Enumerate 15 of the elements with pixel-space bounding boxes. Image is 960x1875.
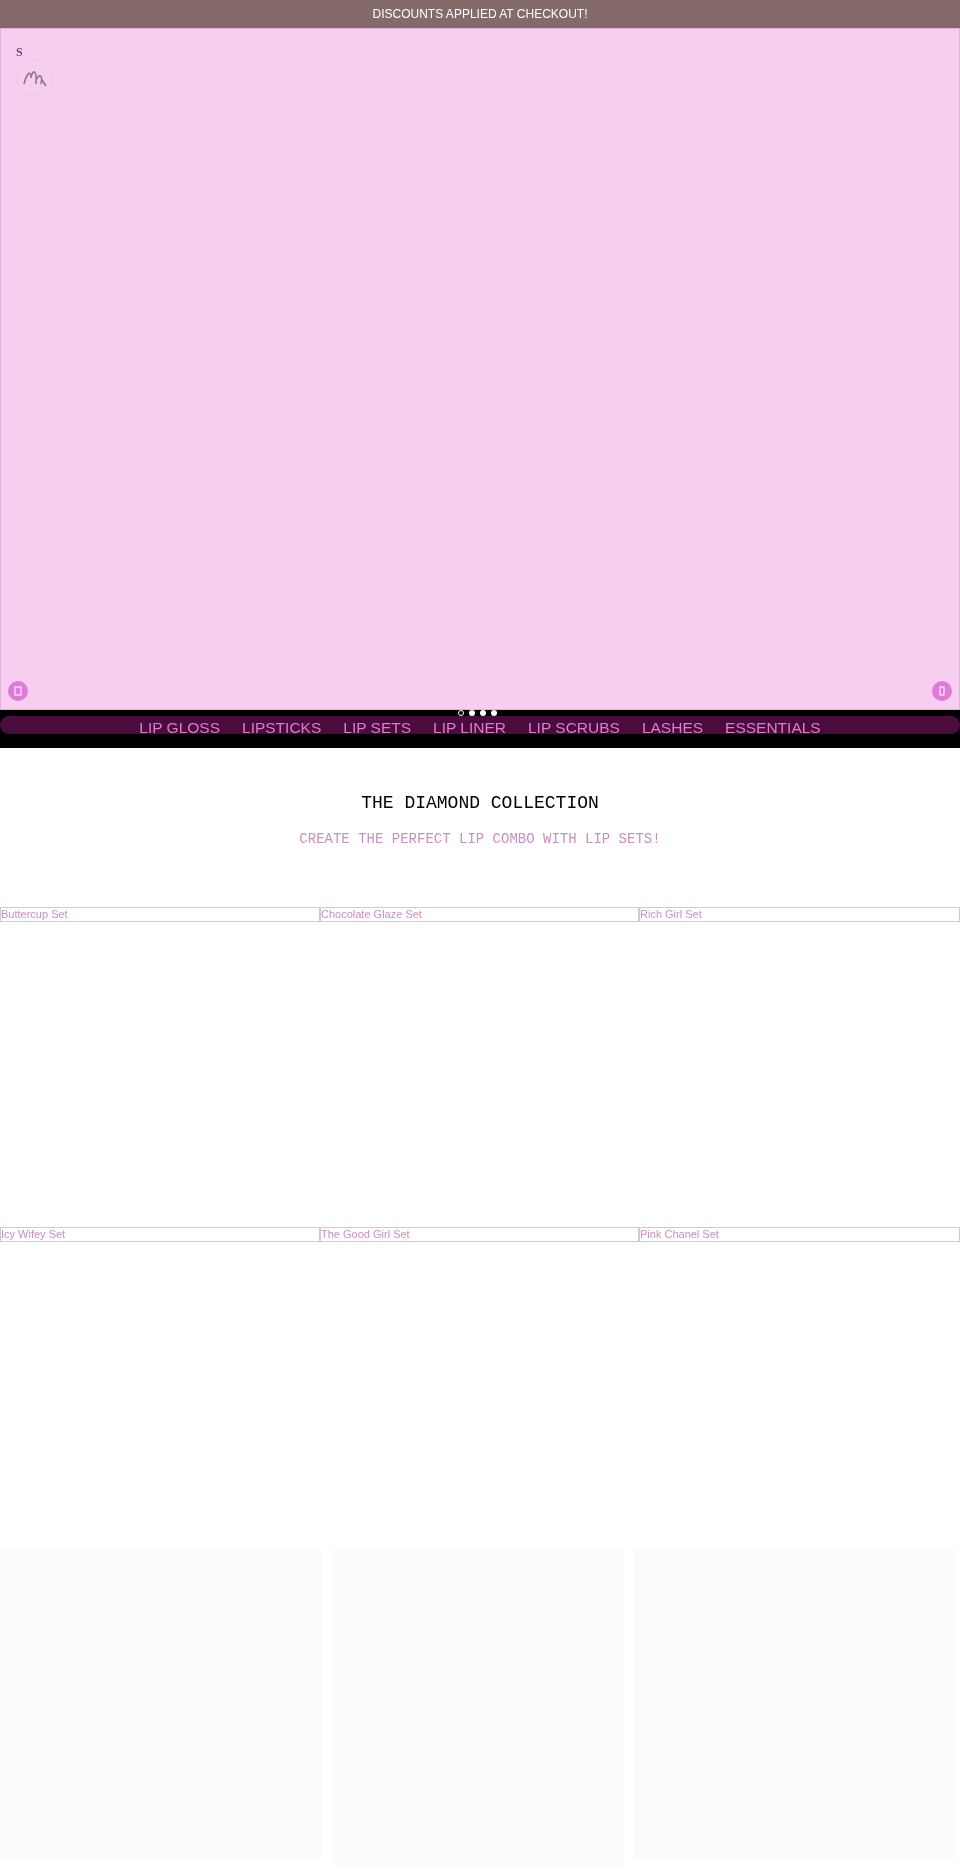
nav-link[interactable]: LIP SETS [343, 719, 412, 737]
announcement-bar: DISCOUNTS APPLIED AT CHECKOUT! [0, 0, 960, 28]
nav-link[interactable]: LIP LINER [433, 719, 506, 737]
section-title: THE DIAMOND COLLECTION [361, 793, 599, 813]
nav-link[interactable]: LIPSTICKS [242, 719, 322, 737]
slide-dot[interactable] [491, 710, 497, 716]
section-subtitle: CREATE THE PERFECT LIP COMBO WITH LIP SETS! [299, 831, 661, 847]
nav-link[interactable]: LIP SCRUBS [528, 719, 620, 737]
logo-text: S [16, 47, 23, 58]
nav-link[interactable]: LIP GLOSS [139, 719, 220, 737]
logo-icon [15, 58, 55, 98]
nav-link[interactable]: LASHES [641, 719, 704, 737]
slide-dot[interactable] [480, 710, 486, 716]
nav-link[interactable]: ESSENTIALS [725, 719, 821, 737]
slide-dot[interactable] [469, 710, 475, 716]
